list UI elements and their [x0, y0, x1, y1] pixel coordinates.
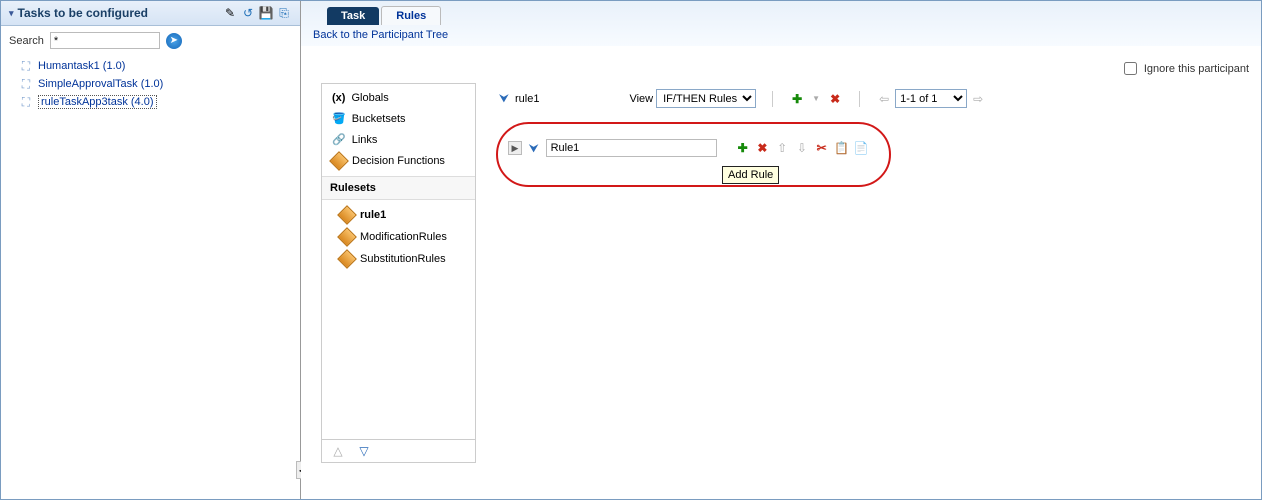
expand-icon[interactable]: ⮟: [496, 91, 512, 107]
tab-task[interactable]: Task: [327, 7, 379, 25]
side-item-decision[interactable]: Decision Functions: [322, 150, 475, 172]
save-icon[interactable]: 💾: [258, 5, 274, 21]
chevron-down-icon[interactable]: ⮟: [526, 140, 542, 156]
next-page-icon[interactable]: ⇨: [970, 91, 986, 107]
cut-icon[interactable]: ✂: [814, 140, 830, 156]
side-label: Bucketsets: [352, 113, 406, 125]
ruleset-icon: [337, 249, 357, 269]
side-item-links[interactable]: 🔗 Links: [322, 129, 475, 150]
prev-page-icon[interactable]: ⇦: [876, 91, 892, 107]
tab-rules[interactable]: Rules: [381, 6, 441, 25]
globals-icon: (x): [332, 92, 345, 104]
task-icon: ⛶: [19, 59, 33, 73]
rule-name-input[interactable]: [546, 139, 717, 157]
ruleset-icon: [337, 227, 357, 247]
task-link[interactable]: ruleTaskApp3task (4.0): [38, 95, 157, 109]
decision-icon: [329, 151, 349, 171]
search-input[interactable]: [50, 32, 160, 49]
delete-icon[interactable]: ✖: [827, 91, 843, 107]
rule-name: rule1: [515, 93, 539, 105]
ignore-label: Ignore this participant: [1144, 63, 1249, 75]
edit-icon[interactable]: ✎: [222, 5, 238, 21]
search-label: Search: [9, 35, 44, 47]
move-up-icon[interactable]: △: [330, 443, 346, 459]
side-item-globals[interactable]: (x) Globals: [322, 88, 475, 108]
ignore-participant-checkbox[interactable]: [1124, 62, 1137, 75]
search-go-icon[interactable]: ➤: [166, 33, 182, 49]
move-down-icon[interactable]: ▽: [356, 443, 372, 459]
ruleset-label: rule1: [360, 209, 386, 221]
task-item[interactable]: ⛶ ruleTaskApp3task (4.0): [19, 93, 292, 111]
add-rule-icon[interactable]: ✚: [789, 91, 805, 107]
side-item-bucketsets[interactable]: 🪣 Bucketsets: [322, 108, 475, 129]
view-label: View: [629, 93, 653, 105]
remove-icon[interactable]: ✖: [755, 140, 771, 156]
links-icon: 🔗: [332, 133, 346, 146]
side-label: Decision Functions: [352, 155, 445, 167]
panel-title: Tasks to be configured: [18, 6, 148, 20]
paste-icon[interactable]: 📄: [853, 140, 869, 156]
ruleset-icon: [337, 205, 357, 225]
task-icon: ⛶: [19, 77, 33, 91]
task-item[interactable]: ⛶ Humantask1 (1.0): [19, 57, 292, 75]
add-icon[interactable]: ✚: [735, 140, 751, 156]
task-link[interactable]: SimpleApprovalTask (1.0): [38, 78, 163, 90]
ruleset-item[interactable]: rule1: [322, 204, 475, 226]
ruleset-label: SubstitutionRules: [360, 253, 446, 265]
highlight-area: ▶ ⮟ ✚ ✖ ⇧ ⇩ ✂ 📋 📄 Add Rule: [496, 122, 891, 187]
left-header: ▾ Tasks to be configured ✎ ↺ 💾 ⎘: [1, 1, 300, 26]
collapse-icon[interactable]: ▾: [9, 8, 14, 19]
ruleset-label: ModificationRules: [360, 231, 447, 243]
tooltip: Add Rule: [722, 166, 779, 184]
dropdown-icon[interactable]: ▼: [808, 91, 824, 107]
separator: [772, 91, 773, 107]
separator: [859, 91, 860, 107]
refresh-icon[interactable]: ↺: [240, 5, 256, 21]
task-icon: ⛶: [19, 95, 33, 109]
ruleset-item[interactable]: ModificationRules: [322, 226, 475, 248]
task-item[interactable]: ⛶ SimpleApprovalTask (1.0): [19, 75, 292, 93]
page-select[interactable]: 1-1 of 1: [895, 89, 967, 108]
view-select[interactable]: IF/THEN Rules: [656, 89, 756, 108]
side-label: Globals: [351, 92, 388, 104]
expand-row-icon[interactable]: ▶: [508, 141, 522, 155]
ruleset-item[interactable]: SubstitutionRules: [322, 248, 475, 270]
task-link[interactable]: Humantask1 (1.0): [38, 60, 125, 72]
export-icon[interactable]: ⎘: [276, 5, 292, 21]
copy-icon[interactable]: 📋: [834, 140, 850, 156]
rulesets-heading: Rulesets: [322, 176, 475, 200]
bucketsets-icon: 🪣: [332, 112, 346, 125]
arrow-down-icon[interactable]: ⇩: [794, 140, 810, 156]
breadcrumb-link[interactable]: Back to the Participant Tree: [301, 25, 1261, 49]
arrow-up-icon[interactable]: ⇧: [774, 140, 790, 156]
side-label: Links: [352, 134, 378, 146]
